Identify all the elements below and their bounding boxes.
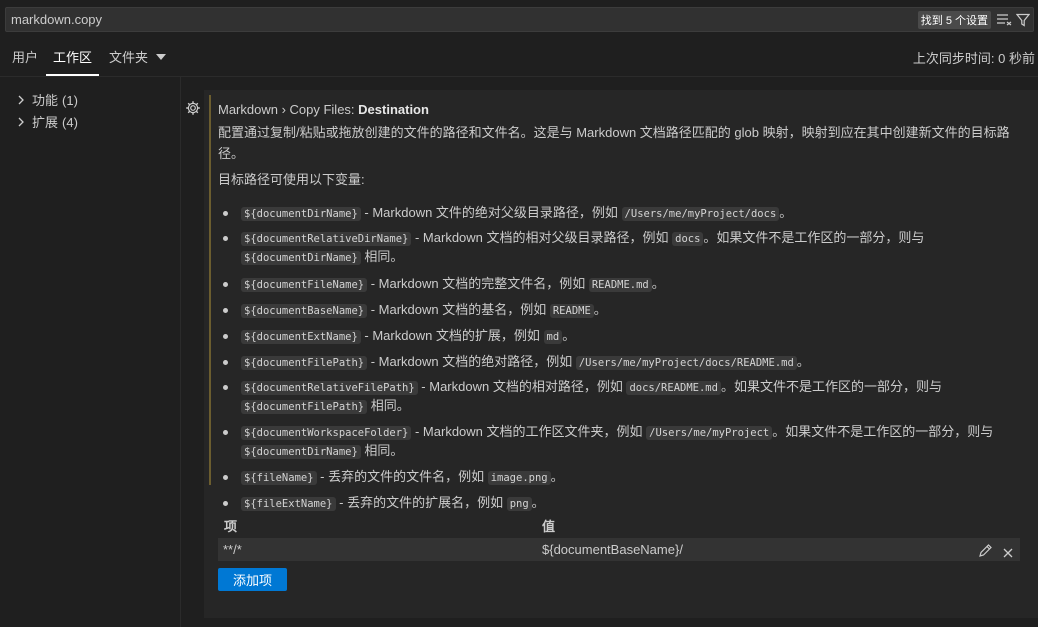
tab-user[interactable]: 用户 <box>12 40 38 74</box>
variable-example: docs <box>672 232 704 246</box>
setting-name: Destination <box>358 102 429 117</box>
remove-icon[interactable] <box>1002 543 1016 558</box>
edit-icon[interactable] <box>978 542 994 558</box>
toc-item-extensions[interactable]: 扩展 (4) <box>18 112 78 134</box>
setting-title: Markdown › Copy Files: Destination <box>218 100 1024 120</box>
variable-tail: 相同。 <box>367 398 410 413</box>
setting-breadcrumb: Markdown › Copy Files: <box>218 102 359 117</box>
toc-item-label: 扩展 <box>32 115 59 130</box>
column-header-value: 值 <box>542 519 556 534</box>
settings-search[interactable]: markdown.copy 找到 5 个设置 <box>5 7 1034 32</box>
setting-list-table: 项 值 **/* ${documentBaseName}/ <box>218 516 1020 561</box>
variable-example: README.md <box>588 278 652 292</box>
setting-description: 配置通过复制/粘贴或拖放创建的文件的路径和文件名。这是与 Markdown 文档… <box>218 125 1010 161</box>
variable-tail: 相同。 <box>360 443 404 458</box>
settings-toc: 功能 (1) 扩展 (4) <box>0 77 181 627</box>
variable-tail: 。如果文件不是工作区的一部分，则与 <box>720 379 942 394</box>
variable-tail: 。 <box>550 469 564 484</box>
variable-tail: 。 <box>796 354 810 369</box>
toc-item-label: 功能 <box>32 93 59 108</box>
variable-text: - 丢弃的文件的扩展名，例如 <box>335 495 507 510</box>
variable-code: ${documentDirName} <box>241 445 361 459</box>
variable-code: ${documentBaseName} <box>241 304 368 318</box>
row-item: **/* <box>223 542 242 557</box>
variable-code: ${fileName} <box>241 471 317 485</box>
column-header-item: 项 <box>224 519 238 534</box>
variable-code: ${documentFilePath} <box>241 356 368 370</box>
sync-status: 上次同步时间: 0 秒前 <box>912 51 1035 66</box>
clear-filter-icon[interactable] <box>995 11 1013 29</box>
variable-code: ${documentDirName} <box>241 251 361 265</box>
variable-text: - Markdown 文档的完整文件名，例如 <box>367 276 589 291</box>
variable-code: ${documentRelativeDirName} <box>241 232 412 246</box>
variable-code: ${documentFileName} <box>241 278 368 292</box>
table-row[interactable]: **/* ${documentBaseName}/ <box>218 538 1020 561</box>
variable-code: ${documentRelativeFilePath} <box>241 381 418 395</box>
variable-code: ${fileExtName} <box>241 497 336 511</box>
variable-example: /Users/me/myProject/docs <box>621 207 780 221</box>
variable-code: ${documentDirName} <box>241 207 361 221</box>
list-item: ${documentWorkspaceFolder} - Markdown 文档… <box>223 423 1024 461</box>
filter-icon[interactable] <box>1014 11 1032 29</box>
tab-folder[interactable]: 文件夹 <box>109 40 167 74</box>
setting-item: Markdown › Copy Files: Destination 配置通过复… <box>204 90 1038 618</box>
search-result-badge: 找到 5 个设置 <box>917 10 991 29</box>
variable-code: ${documentWorkspaceFolder} <box>241 426 412 440</box>
variable-text: - 丢弃的文件的文件名，例如 <box>316 469 488 484</box>
variable-example: /Users/me/myProject <box>646 426 773 440</box>
focus-indicator <box>209 95 211 485</box>
list-item: ${documentFileName} - Markdown 文档的完整文件名，… <box>223 275 1024 294</box>
table-header: 项 值 <box>218 516 1020 538</box>
variable-tail: 相同。 <box>360 249 404 264</box>
variable-text: - Markdown 文档的基名，例如 <box>367 302 550 317</box>
variable-tail: 。 <box>531 495 545 510</box>
tab-workspace[interactable]: 工作区 <box>46 40 100 76</box>
variable-text: - Markdown 文档的扩展，例如 <box>360 328 544 343</box>
variable-text: - Markdown 文档的绝对路径，例如 <box>367 354 576 369</box>
variable-example: image.png <box>487 471 551 485</box>
chevron-right-icon <box>18 90 32 112</box>
list-item: ${documentBaseName} - Markdown 文档的基名，例如 … <box>223 301 1024 320</box>
list-item: ${documentExtName} - Markdown 文档的扩展，例如 m… <box>223 327 1024 346</box>
variable-tail: 。 <box>593 302 607 317</box>
setting-content: Markdown › Copy Files: Destination 配置通过复… <box>218 100 1024 511</box>
variable-text: - Markdown 文档的相对路径，例如 <box>417 379 627 394</box>
variables-intro: 目标路径可使用以下变量: <box>218 172 365 187</box>
variable-tail: 。如果文件不是工作区的一部分，则与 <box>703 230 925 245</box>
list-item: ${documentFilePath} - Markdown 文档的绝对路径，例… <box>223 353 1024 372</box>
toc-item-features[interactable]: 功能 (1) <box>18 90 78 112</box>
list-item: ${documentDirName} - Markdown 文件的绝对父级目录路… <box>223 204 1024 223</box>
tab-folder-label: 文件夹 <box>109 50 149 65</box>
add-item-button[interactable]: 添加项 <box>218 568 287 591</box>
variable-code: ${documentExtName} <box>241 330 361 344</box>
list-item: ${fileName} - 丢弃的文件的文件名，例如 image.png。 <box>223 468 1024 487</box>
toc-item-count: (4) <box>62 115 78 130</box>
variable-example: png <box>506 497 532 511</box>
variable-example: README <box>549 304 594 318</box>
variable-text: - Markdown 文件的绝对父级目录路径，例如 <box>360 205 622 220</box>
variable-tail: 。 <box>779 205 793 220</box>
variable-text: - Markdown 文档的工作区文件夹，例如 <box>411 424 647 439</box>
row-value: ${documentBaseName}/ <box>542 542 683 557</box>
gear-icon[interactable] <box>185 100 201 116</box>
variable-tail: 。如果文件不是工作区的一部分，则与 <box>772 424 994 439</box>
variable-example: /Users/me/myProject/docs/README.md <box>575 356 797 370</box>
chevron-down-icon[interactable] <box>156 40 167 74</box>
chevron-right-icon <box>18 112 32 134</box>
variable-tail: 。 <box>651 276 665 291</box>
variable-example: md <box>543 330 563 344</box>
toc-item-count: (1) <box>62 93 78 108</box>
list-item: ${fileExtName} - 丢弃的文件的扩展名，例如 png。 <box>223 494 1024 513</box>
variable-example: docs/README.md <box>626 381 721 395</box>
scope-tabs: 用户 工作区 文件夹 上次同步时间: 0 秒前 <box>0 40 1038 77</box>
list-item: ${documentRelativeDirName} - Markdown 文档… <box>223 229 1024 267</box>
list-item: ${documentRelativeFilePath} - Markdown 文… <box>223 378 1024 416</box>
search-input[interactable]: markdown.copy <box>6 12 918 27</box>
variable-tail: 。 <box>562 328 576 343</box>
variable-code: ${documentFilePath} <box>241 400 368 414</box>
variable-text: - Markdown 文档的相对父级目录路径，例如 <box>411 230 673 245</box>
